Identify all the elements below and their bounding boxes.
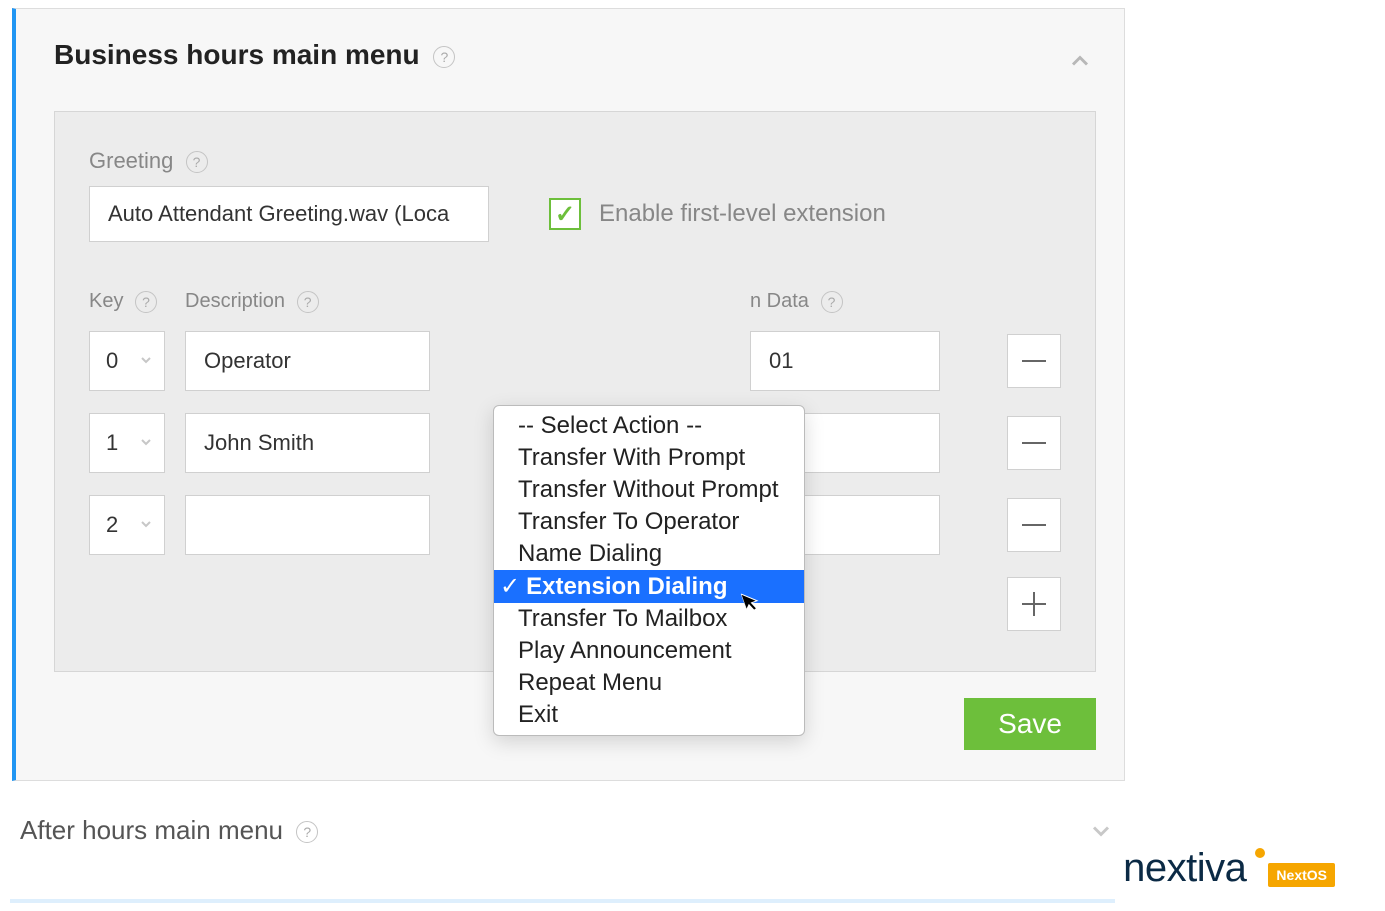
dropdown-option[interactable]: Repeat Menu xyxy=(494,667,804,699)
key-select[interactable]: 1 xyxy=(89,413,165,473)
help-icon[interactable]: ? xyxy=(433,46,455,68)
expand-icon[interactable] xyxy=(1087,817,1115,852)
action-data-input[interactable]: 01 xyxy=(750,331,940,391)
enable-first-level-checkbox[interactable]: ✓ xyxy=(549,198,581,230)
key-select[interactable]: 2 xyxy=(89,495,165,555)
col-desc-label: Description xyxy=(185,290,285,312)
minus-icon xyxy=(1022,524,1046,526)
save-button[interactable]: Save xyxy=(964,698,1096,750)
dropdown-option[interactable]: Play Announcement xyxy=(494,635,804,667)
remove-row-button[interactable] xyxy=(1007,334,1061,388)
chevron-down-icon xyxy=(138,512,154,538)
menu-config-box: Greeting ? Auto Attendant Greeting.wav (… xyxy=(54,111,1096,672)
remove-row-button[interactable] xyxy=(1007,416,1061,470)
table-row: 0 Operator 01 xyxy=(89,331,1061,391)
section-title-text: Business hours main menu xyxy=(54,39,420,70)
description-input[interactable] xyxy=(185,495,430,555)
brand-logo: nextiva NextOS xyxy=(1123,846,1335,891)
remove-row-button[interactable] xyxy=(1007,498,1061,552)
minus-icon xyxy=(1022,360,1046,362)
help-icon[interactable]: ? xyxy=(297,291,319,313)
chevron-down-icon xyxy=(138,348,154,374)
enable-first-level-label: Enable first-level extension xyxy=(599,200,886,228)
greeting-input[interactable]: Auto Attendant Greeting.wav (Loca xyxy=(89,186,489,242)
key-select[interactable]: 0 xyxy=(89,331,165,391)
greeting-label: Greeting ? xyxy=(89,148,1061,174)
dropdown-option[interactable]: -- Select Action -- xyxy=(494,410,804,442)
plus-icon xyxy=(1022,592,1046,616)
brand-name: nextiva xyxy=(1123,846,1246,891)
dropdown-option[interactable]: Transfer With Prompt xyxy=(494,442,804,474)
help-icon[interactable]: ? xyxy=(135,291,157,313)
minus-icon xyxy=(1022,442,1046,444)
after-hours-title: After hours main menu xyxy=(20,815,283,845)
dropdown-option[interactable]: Exit xyxy=(494,699,804,731)
help-icon[interactable]: ? xyxy=(186,151,208,173)
brand-badge: NextOS xyxy=(1268,863,1335,887)
divider xyxy=(10,899,1115,903)
col-data-label: n Data xyxy=(750,290,809,312)
add-row-button[interactable] xyxy=(1007,577,1061,631)
chevron-down-icon xyxy=(138,430,154,456)
help-icon[interactable]: ? xyxy=(296,821,318,843)
business-hours-panel: Business hours main menu ? Greeting ? Au… xyxy=(12,8,1125,781)
action-dropdown[interactable]: -- Select Action -- Transfer With Prompt… xyxy=(493,405,805,736)
dropdown-option[interactable]: Transfer Without Prompt xyxy=(494,474,804,506)
columns-header: Key ? Description ? n Data ? xyxy=(89,290,1061,313)
dropdown-option[interactable]: Name Dialing xyxy=(494,538,804,570)
description-input[interactable]: Operator xyxy=(185,331,430,391)
description-input[interactable]: John Smith xyxy=(185,413,430,473)
collapse-icon[interactable] xyxy=(1066,47,1094,80)
after-hours-section[interactable]: After hours main menu ? xyxy=(20,815,1125,846)
dropdown-option[interactable]: Transfer To Operator xyxy=(494,506,804,538)
col-key-label: Key xyxy=(89,290,123,312)
help-icon[interactable]: ? xyxy=(821,291,843,313)
section-title: Business hours main menu ? xyxy=(54,39,1096,71)
brand-dot-icon xyxy=(1255,848,1265,858)
